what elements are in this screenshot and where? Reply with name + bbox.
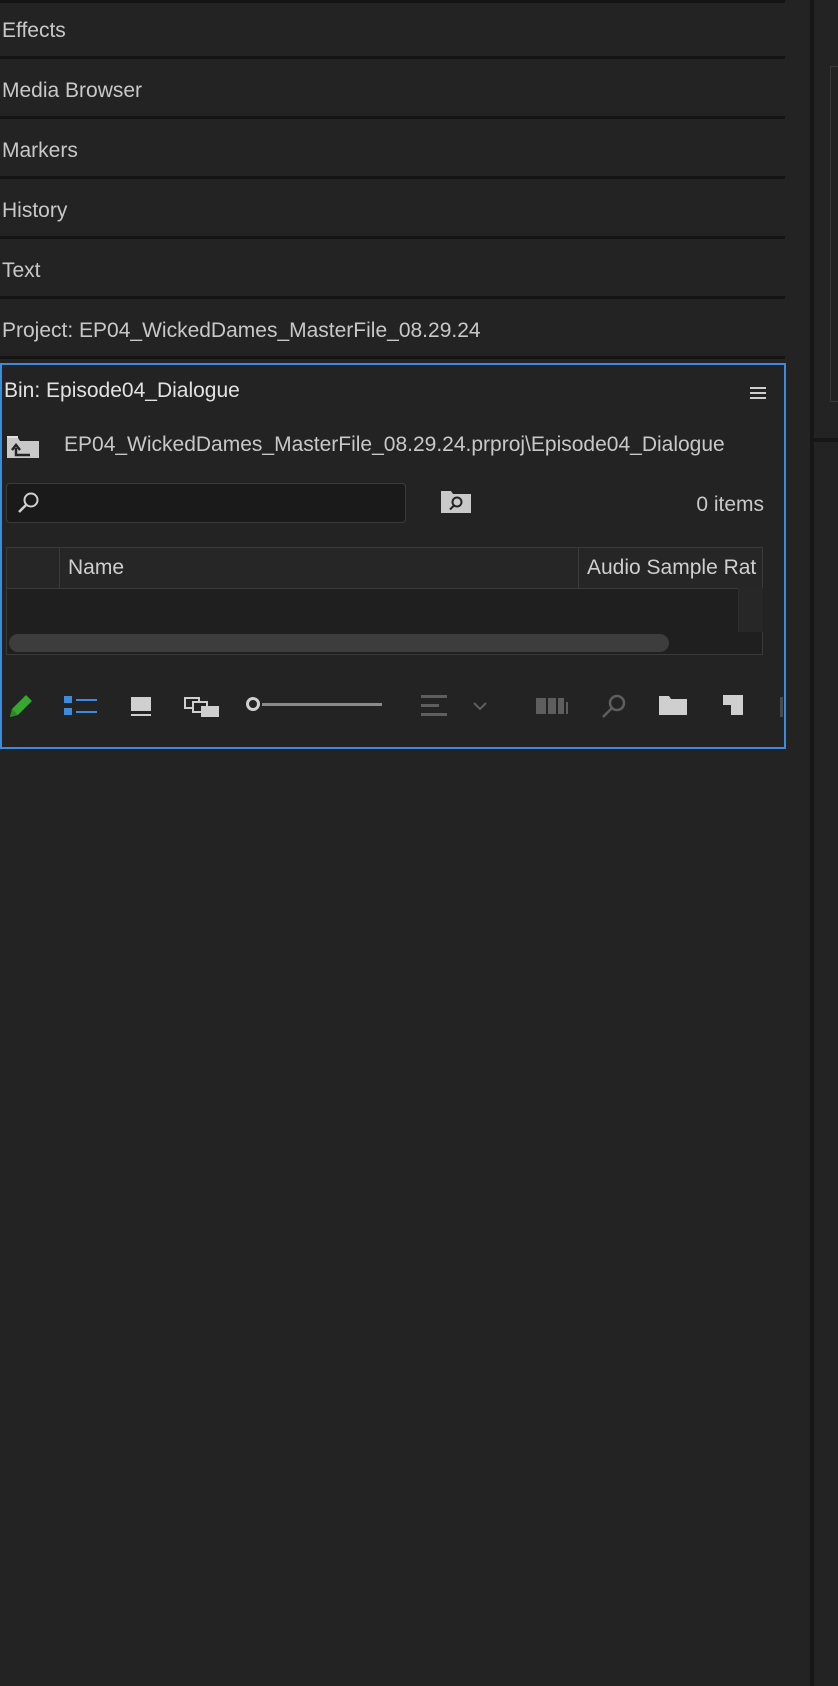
right-panel-edge xyxy=(814,0,838,1686)
bin-path-row: EP04_WickedDames_MasterFile_08.29.24.prp… xyxy=(2,425,782,465)
select-column-header[interactable] xyxy=(7,548,60,588)
column-header-name[interactable]: Name xyxy=(68,556,124,580)
horizontal-scrollbar[interactable] xyxy=(9,634,669,652)
bin-toolbar xyxy=(2,681,784,731)
navigate-up-icon[interactable] xyxy=(6,435,40,459)
left-panel-column: Effects Media Browser Markers History Te… xyxy=(0,0,810,1686)
tab-history[interactable]: History xyxy=(0,183,785,239)
item-count: 0 items xyxy=(696,493,764,516)
new-bin-icon[interactable] xyxy=(658,693,688,717)
tab-media-browser[interactable]: Media Browser xyxy=(0,63,785,119)
bin-path: EP04_WickedDames_MasterFile_08.29.24.prp… xyxy=(64,433,725,456)
right-panel-frame xyxy=(830,66,838,402)
column-divider[interactable] xyxy=(578,548,579,588)
search-input[interactable] xyxy=(6,483,406,523)
find-icon[interactable] xyxy=(600,693,628,721)
right-horizontal-divider[interactable] xyxy=(814,438,838,442)
sort-dropdown-icon[interactable] xyxy=(472,701,488,713)
panel-menu-icon[interactable] xyxy=(750,387,766,399)
zoom-slider-handle[interactable] xyxy=(246,697,260,711)
pencil-icon[interactable] xyxy=(6,691,36,721)
find-in-folder-icon[interactable] xyxy=(440,487,472,515)
zoom-slider-track[interactable] xyxy=(262,703,382,706)
new-item-icon[interactable] xyxy=(720,693,746,717)
search-icon xyxy=(18,492,39,513)
tab-project[interactable]: Project: EP04_WickedDames_MasterFile_08.… xyxy=(0,303,785,359)
bin-title: Bin: Episode04_Dialogue xyxy=(4,379,240,402)
bin-table: Name Audio Sample Rat xyxy=(6,547,763,655)
bin-panel: Bin: Episode04_Dialogue EP04_WickedDames… xyxy=(0,363,786,749)
list-view-icon[interactable] xyxy=(64,694,98,718)
vertical-scrollbar[interactable] xyxy=(738,588,763,632)
tab-text[interactable]: Text xyxy=(0,243,785,299)
automate-to-sequence-icon[interactable] xyxy=(536,696,570,716)
freeform-view-icon[interactable] xyxy=(184,694,220,718)
tab-effects[interactable]: Effects xyxy=(0,3,785,59)
icon-view-icon[interactable] xyxy=(130,694,152,718)
sort-icon[interactable] xyxy=(420,693,450,719)
tab-markers[interactable]: Markers xyxy=(0,123,785,179)
column-header-audio-sample-rate[interactable]: Audio Sample Rat xyxy=(587,556,762,580)
table-header: Name Audio Sample Rat xyxy=(7,548,762,589)
clear-icon[interactable] xyxy=(780,697,783,717)
